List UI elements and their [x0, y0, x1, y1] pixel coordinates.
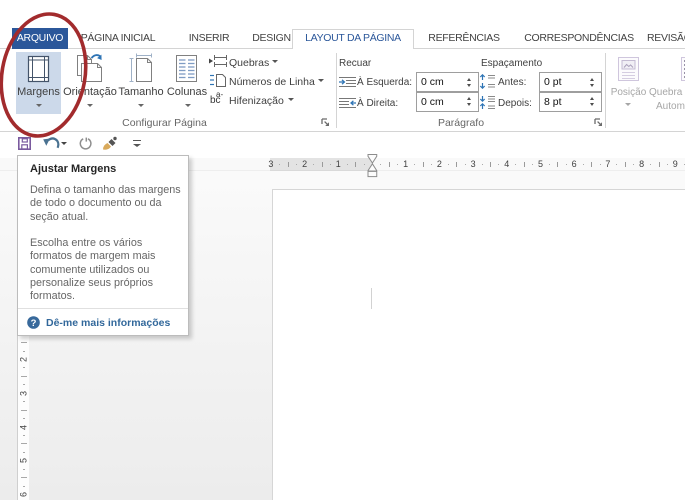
svg-text:?: ? — [31, 318, 37, 329]
